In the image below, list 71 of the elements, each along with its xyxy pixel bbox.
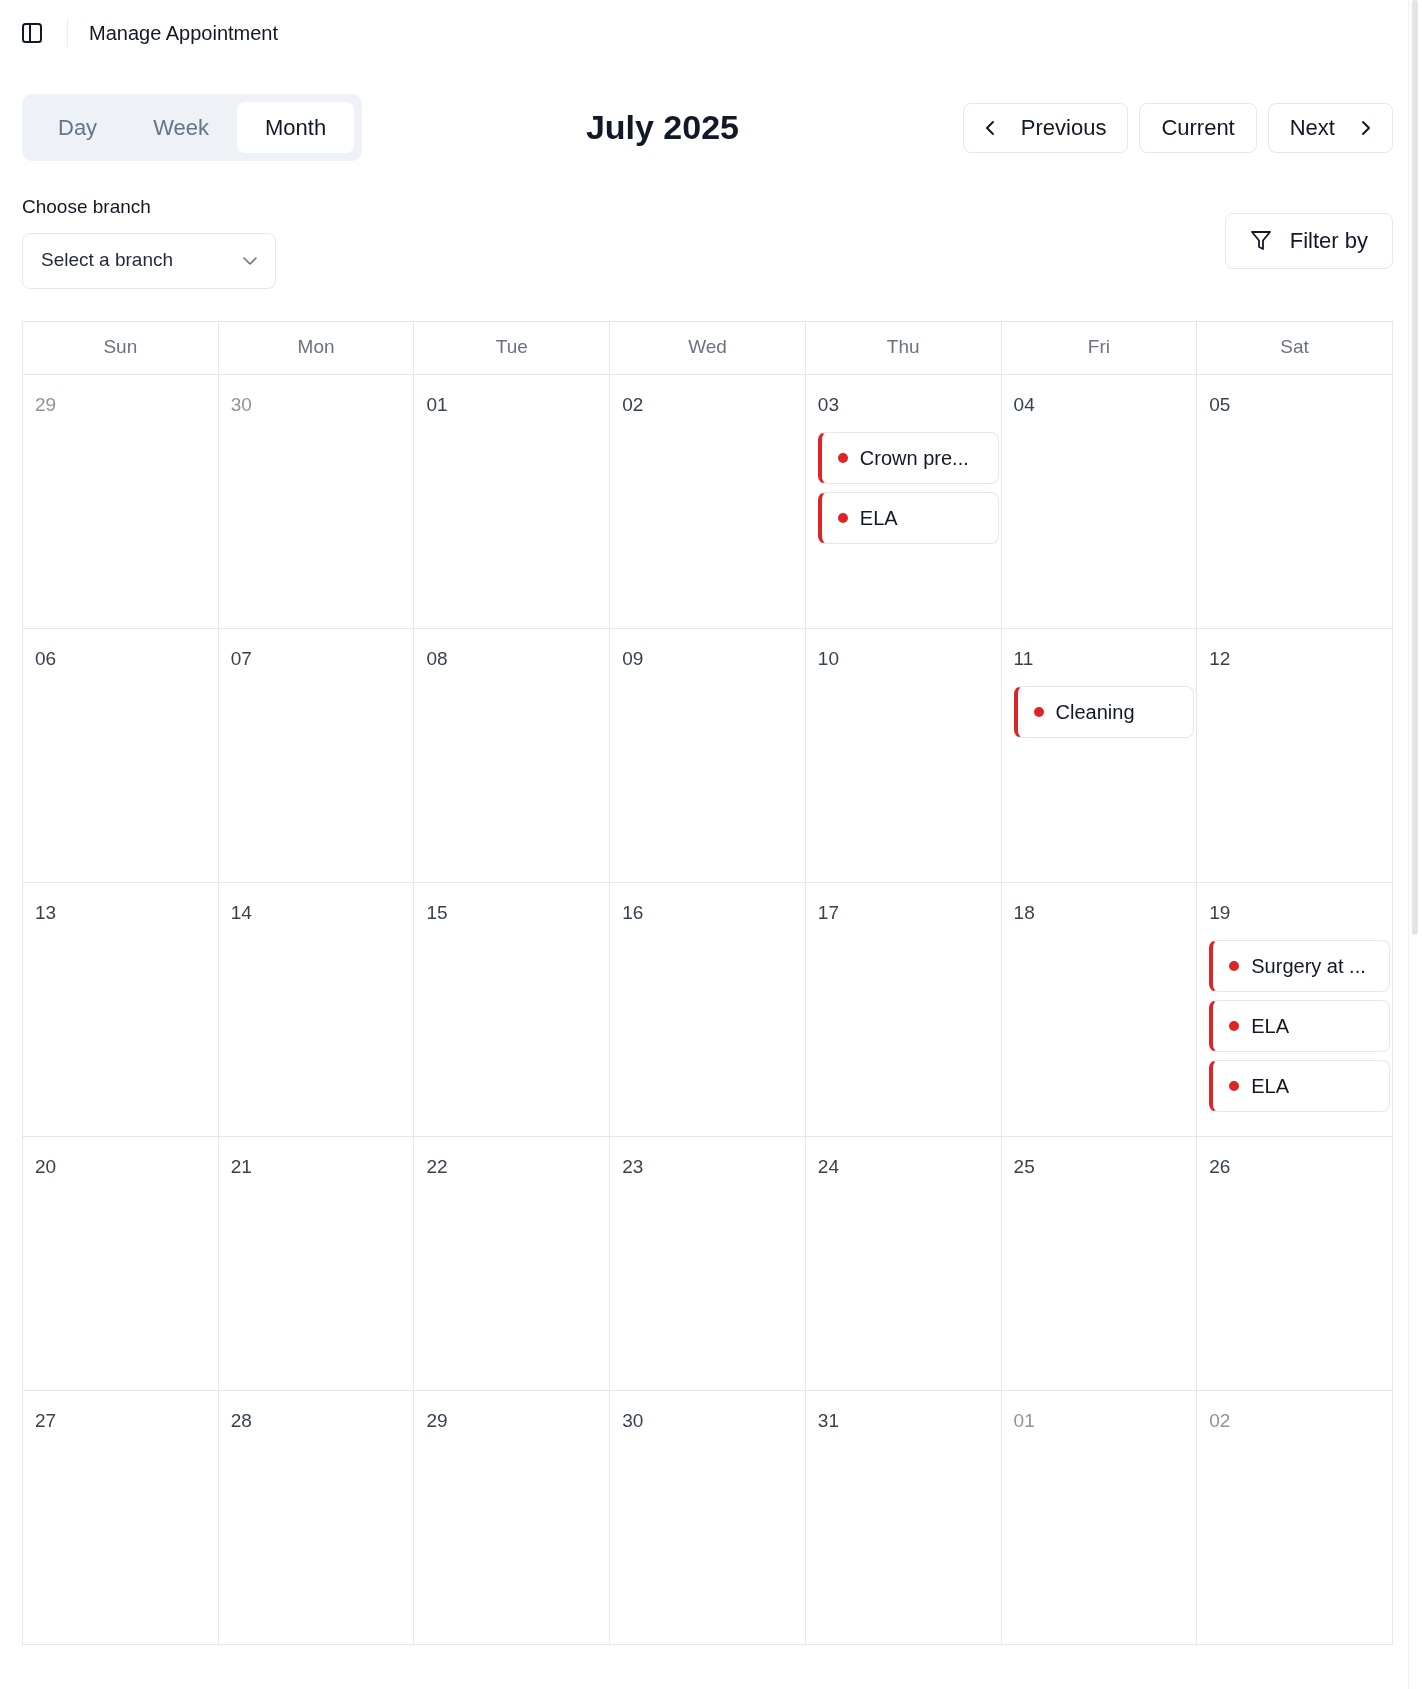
day-number: 30 [622,1409,644,1432]
appointment-chip[interactable]: Cleaning [1013,685,1195,738]
day-number: 15 [426,901,448,924]
page-title: Manage Appointment [89,20,279,46]
day-number: 07 [230,647,252,670]
day-number: 13 [35,901,57,924]
day-number: 20 [35,1155,57,1178]
weekday-header: Sun [23,321,219,375]
day-number: 06 [35,647,57,670]
next-button[interactable]: Next [1267,102,1393,153]
weekday-header: Tue [414,321,611,375]
day-number: 25 [1013,1155,1035,1178]
day-number: 28 [230,1409,252,1432]
day-number: 02 [1209,1409,1231,1432]
weekday-header: Thu [805,321,1002,375]
status-dot-icon [1229,960,1240,971]
view-tab[interactable]: Month [236,102,355,153]
day-number: 10 [817,647,839,670]
weekday-header: Fri [1001,321,1198,375]
appointment-chip[interactable]: ELA [1209,1059,1390,1112]
weekday-header: Sat [1197,321,1393,375]
current-button[interactable]: Current [1139,102,1257,153]
appointment-chip[interactable]: Surgery at ... [1209,939,1390,992]
view-tab[interactable]: Week [125,102,237,153]
status-dot-icon [837,452,848,463]
day-number: 26 [1209,1155,1231,1178]
day-number: 11 [1013,647,1034,670]
chevron-down-icon [243,256,257,265]
day-number: 09 [622,647,644,670]
day-number: 01 [426,393,448,416]
day-number: 18 [1013,901,1035,924]
day-number: 29 [35,393,57,416]
day-number: 01 [1013,1409,1035,1432]
day-number: 05 [1209,393,1231,416]
appointment-chip[interactable]: ELA [1209,999,1390,1052]
appointment-chip[interactable]: ELA [817,491,999,544]
day-number: 16 [622,901,644,924]
day-number: 04 [1013,393,1035,416]
day-number: 22 [426,1155,448,1178]
funnel-icon [1249,229,1272,252]
day-number: 17 [817,901,839,924]
branch-select[interactable]: Select a branch [22,232,276,289]
day-number: 31 [817,1409,839,1432]
day-number: 27 [35,1409,57,1432]
view-tab[interactable]: Day [30,102,126,153]
day-number: 29 [426,1409,448,1432]
day-number: 14 [230,901,252,924]
field-label: Choose branch [22,195,152,219]
previous-button[interactable]: Previous [962,102,1129,153]
day-number: 30 [230,393,252,416]
day-number: 24 [817,1155,839,1178]
day-number: 12 [1209,647,1231,670]
chevron-right-icon [1361,119,1371,136]
month-title: July 2025 [585,107,739,148]
status-dot-icon [1229,1020,1240,1031]
day-number: 23 [622,1155,644,1178]
weekday-header: Wed [610,321,806,375]
sidebar-toggle-icon[interactable] [22,22,42,43]
day-number: 08 [426,647,448,670]
status-dot-icon [1033,706,1044,717]
chevron-left-icon [984,119,995,136]
status-dot-icon [1229,1080,1240,1091]
scrollbar-thumb[interactable] [1412,0,1418,935]
day-number: 21 [230,1155,252,1178]
day-number: 19 [1209,901,1231,924]
weekday-header: Mon [218,321,415,375]
status-dot-icon [837,512,848,523]
filter-button[interactable]: Filter by [1224,212,1393,269]
appointment-chip[interactable]: Crown pre... [817,431,999,484]
day-number: 02 [622,393,644,416]
day-number: 03 [817,393,839,416]
